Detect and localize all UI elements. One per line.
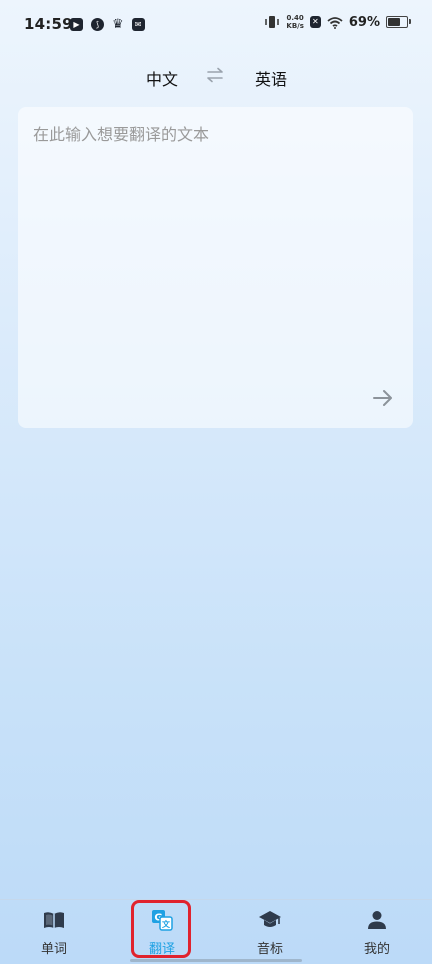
sim-x-icon: ✕ <box>309 16 321 28</box>
target-language[interactable]: 英语 <box>255 66 287 90</box>
swap-arrows-icon[interactable] <box>204 67 226 83</box>
status-right-icons: 0.40 KB/s ✕ 69% <box>264 14 411 30</box>
net-speed: 0.40 KB/s <box>286 14 303 30</box>
nav-label-me: 我的 <box>363 942 390 957</box>
graduation-cap-icon <box>259 911 281 927</box>
battery-percent: 69% <box>348 14 380 30</box>
home-indicator <box>130 959 302 962</box>
battery-fill <box>388 18 400 26</box>
swoosh-icon: ⟆ <box>91 18 104 31</box>
book-icon <box>44 912 64 928</box>
status-bar: 14:59 ▶ ⟆ ♛ ✉ 0.40 KB/s ✕ 69% <box>0 0 432 52</box>
nav-label-words: 单词 <box>40 942 67 957</box>
translate-input[interactable] <box>33 125 393 144</box>
user-icon <box>368 911 386 929</box>
net-speed-unit: KB/s <box>286 22 304 30</box>
net-speed-value: 0.40 <box>286 14 304 22</box>
play-box-icon: ▶ <box>70 18 83 31</box>
status-time: 14:59 <box>24 15 73 33</box>
status-left-icons: ▶ ⟆ ♛ ✉ <box>70 17 145 32</box>
nav-label-phonetic: 音标 <box>256 942 283 957</box>
battery-icon <box>386 16 411 28</box>
source-language[interactable]: 中文 <box>146 66 178 90</box>
crown-icon: ♛ <box>112 17 124 32</box>
wifi-icon <box>327 16 343 29</box>
vibrate-icon <box>265 16 280 28</box>
arrow-right-icon[interactable] <box>371 386 395 410</box>
translate-input-card <box>18 107 413 428</box>
nav-item-me[interactable]: 我的 <box>337 908 417 960</box>
inbox-icon: ✉ <box>131 18 145 31</box>
bottom-nav: 单词 G 文 翻译 音标 我的 <box>0 899 432 964</box>
nav-item-phonetic[interactable]: 音标 <box>230 908 310 960</box>
nav-item-words[interactable]: 单词 <box>14 908 94 960</box>
language-bar: 中文 英语 <box>0 58 432 94</box>
active-tab-highlight <box>131 900 191 958</box>
